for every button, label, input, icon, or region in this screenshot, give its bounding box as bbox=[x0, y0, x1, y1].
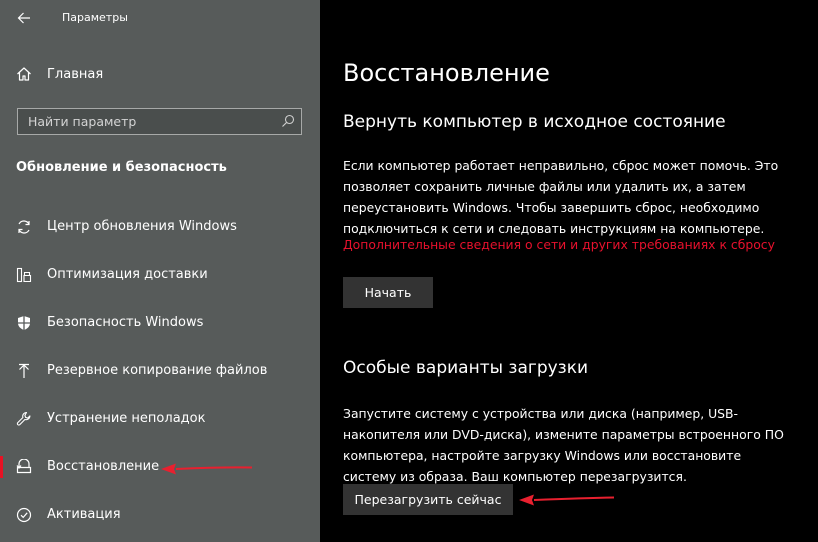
sidebar-item-activation[interactable]: Активация bbox=[0, 498, 320, 532]
search-input[interactable] bbox=[18, 109, 258, 134]
page-title: Восстановление bbox=[343, 59, 550, 87]
section-title: Обновление и безопасность bbox=[16, 160, 227, 175]
sync-icon bbox=[18, 220, 30, 234]
sidebar-item-label: Центр обновления Windows bbox=[47, 219, 237, 234]
sidebar-item-backup[interactable]: Резервное копирование файлов bbox=[0, 354, 320, 388]
sidebar-item-label: Оптимизация доставки bbox=[47, 267, 208, 282]
sidebar-item-home[interactable]: Главная bbox=[0, 60, 320, 90]
delivery-icon bbox=[16, 267, 32, 283]
sidebar-item-label: Главная bbox=[47, 67, 104, 82]
backup-icon bbox=[19, 363, 29, 378]
sidebar-item-troubleshoot[interactable]: Устранение неполадок bbox=[0, 402, 320, 436]
sidebar-item-label: Активация bbox=[47, 507, 121, 522]
sidebar-item-windows-security[interactable]: Безопасность Windows bbox=[0, 306, 320, 340]
restart-now-button[interactable]: Перезагрузить сейчас bbox=[343, 484, 513, 515]
reset-heading: Вернуть компьютер в исходное состояние bbox=[343, 112, 726, 132]
wrench-icon bbox=[16, 411, 31, 426]
sidebar-item-label: Резервное копирование файлов bbox=[47, 363, 268, 378]
sidebar: Параметры Главная Обновление и безопасно… bbox=[0, 0, 320, 542]
advanced-startup-heading: Особые варианты загрузки bbox=[343, 358, 589, 378]
sidebar-item-label: Безопасность Windows bbox=[47, 315, 204, 330]
annotation-arrow-icon bbox=[161, 463, 253, 475]
sidebar-item-windows-update[interactable]: Центр обновления Windows bbox=[0, 210, 320, 244]
activation-icon bbox=[16, 507, 32, 523]
advanced-startup-description: Запустите систему с устройства или диска… bbox=[343, 406, 784, 484]
recovery-icon bbox=[16, 459, 32, 474]
search-icon[interactable] bbox=[281, 114, 295, 128]
sidebar-item-label: Устранение неполадок bbox=[47, 411, 206, 426]
reset-description: Если компьютер работает неправильно, сбр… bbox=[343, 158, 779, 236]
search-box[interactable] bbox=[17, 108, 302, 135]
window-title: Параметры bbox=[62, 11, 128, 24]
main-content: Восстановление Вернуть компьютер в исход… bbox=[320, 0, 818, 542]
sidebar-item-label: Восстановление bbox=[47, 459, 160, 474]
back-button[interactable] bbox=[16, 10, 32, 26]
sidebar-item-delivery-optimization[interactable]: Оптимизация доставки bbox=[0, 258, 320, 292]
back-arrow-icon bbox=[17, 12, 30, 24]
start-reset-button[interactable]: Начать bbox=[343, 277, 433, 308]
annotation-arrow-icon bbox=[519, 494, 615, 506]
reset-requirements-link[interactable]: Дополнительные сведения о сети и других … bbox=[343, 237, 775, 252]
home-icon bbox=[17, 67, 31, 81]
shield-icon bbox=[18, 316, 30, 330]
